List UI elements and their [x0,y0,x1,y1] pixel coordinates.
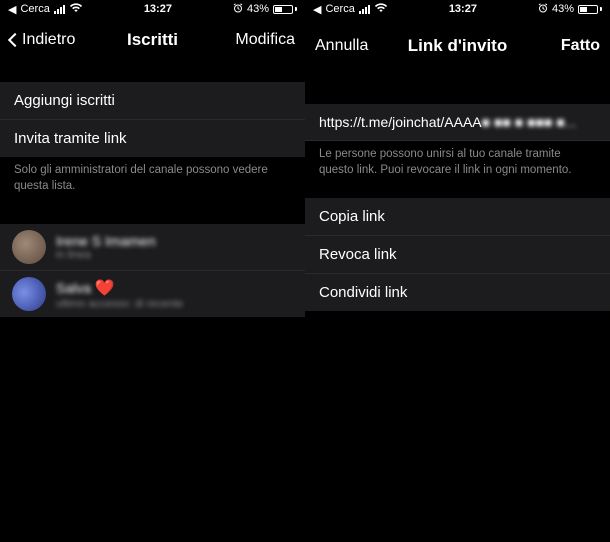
done-label: Fatto [561,37,600,55]
signal-icon [359,5,370,14]
member-status: ultimo accesso: di recente [56,298,183,310]
cancel-button[interactable]: Annulla [315,37,385,55]
done-button[interactable]: Fatto [530,37,600,55]
revoke-link-row[interactable]: Revoca link [305,236,610,274]
avatar [12,277,46,311]
status-left: ◀ Cerca [8,3,83,16]
back-app-label: Cerca [20,3,49,15]
wifi-icon [69,3,83,16]
back-button[interactable]: Indietro [10,31,80,49]
status-left: ◀ Cerca [313,3,388,16]
invite-link-field[interactable]: https://t.me/joinchat/AAAA■ ■■ ■ ■■■ ■..… [305,104,610,141]
actions-group: Aggiungi iscritti Invita tramite link [0,82,305,157]
members-list: Irene S Imamen in linea Salva ❤️ ultimo … [0,224,305,317]
back-app-caret: ◀ [8,3,16,16]
copy-link-label: Copia link [319,208,385,225]
member-row[interactable]: Irene S Imamen in linea [0,224,305,271]
navbar-subscribers: Indietro Iscritti Modifica [0,18,305,62]
pane-subscribers: ◀ Cerca 13:27 43% Indietro Iscritti [0,0,305,542]
status-right: 43% [538,3,602,16]
battery-pct: 43% [247,3,269,15]
add-subscribers-row[interactable]: Aggiungi iscritti [0,82,305,120]
page-title: Iscritti [127,30,178,50]
revoke-link-label: Revoca link [319,246,397,263]
page-title: Link d'invito [408,36,507,56]
invite-link-row[interactable]: Invita tramite link [0,120,305,157]
footer-note: Solo gli amministratori del canale posso… [0,157,305,194]
avatar [12,230,46,264]
battery-icon [578,5,602,14]
edit-label: Modifica [235,31,295,49]
heart-icon: ❤️ [95,280,115,297]
chevron-left-icon [8,33,22,47]
alarm-icon [538,3,548,16]
member-row[interactable]: Salva ❤️ ultimo accesso: di recente [0,271,305,317]
status-right: 43% [233,3,297,16]
share-link-row[interactable]: Condividi link [305,274,610,311]
signal-icon [54,5,65,14]
invite-link-prefix: https://t.me/joinchat/AAAA [319,114,482,130]
back-app-caret: ◀ [313,3,321,16]
invite-link-label: Invita tramite link [14,130,127,147]
invite-note: Le persone possono unirsi al tuo canale … [305,141,610,178]
edit-button[interactable]: Modifica [225,31,295,49]
member-status: in linea [56,249,156,261]
cancel-label: Annulla [315,37,368,55]
battery-icon [273,5,297,14]
status-time: 13:27 [449,3,477,15]
invite-link-obscured: ■ ■■ ■ ■■■ ■... [482,114,577,130]
alarm-icon [233,3,243,16]
link-actions-group: Copia link Revoca link Condividi link [305,198,610,311]
pane-invite-link: ◀ Cerca 13:27 43% Annulla Link d'invito [305,0,610,542]
navbar-invite: Annulla Link d'invito Fatto [305,18,610,74]
battery-pct: 43% [552,3,574,15]
member-name: Salva ❤️ [56,278,183,298]
status-bar: ◀ Cerca 13:27 43% [0,0,305,18]
member-name: Irene S Imamen [56,233,156,249]
wifi-icon [374,3,388,16]
status-time: 13:27 [144,3,172,15]
add-subscribers-label: Aggiungi iscritti [14,92,115,109]
status-bar: ◀ Cerca 13:27 43% [305,0,610,18]
copy-link-row[interactable]: Copia link [305,198,610,236]
back-app-label: Cerca [325,3,354,15]
share-link-label: Condividi link [319,284,407,301]
back-label: Indietro [22,31,75,49]
